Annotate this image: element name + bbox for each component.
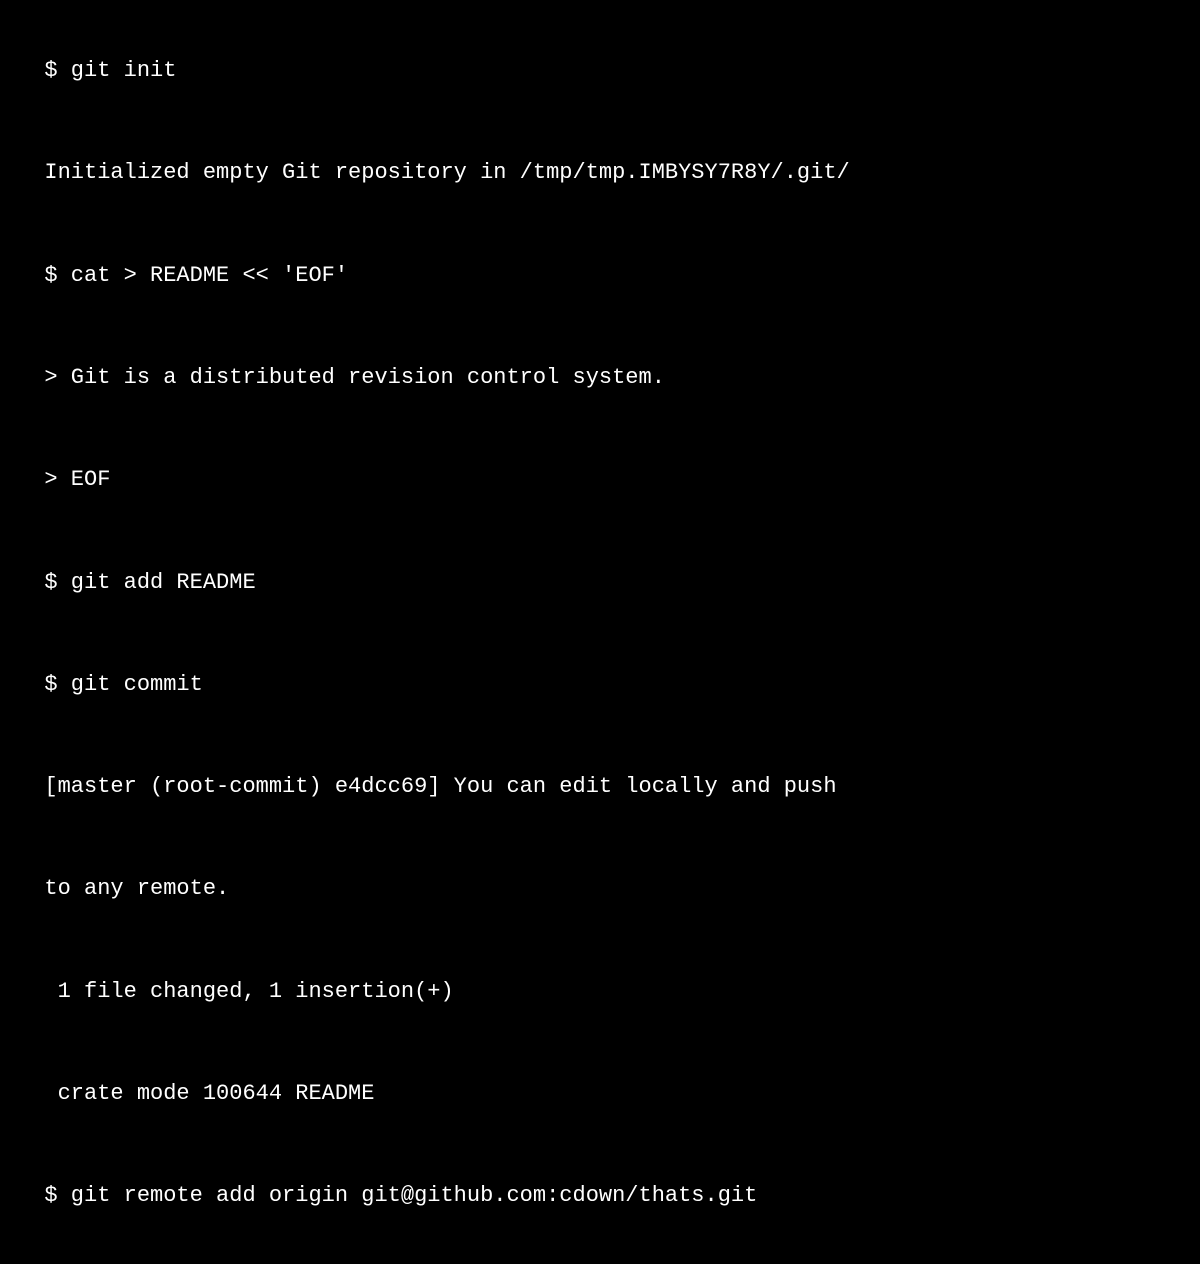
terminal-window: $ git init Initialized empty Git reposit…: [0, 0, 1200, 632]
terminal-line-12: $ git remote add origin git@github.com:c…: [44, 1183, 757, 1208]
terminal-line-10: 1 file changed, 1 insertion(+): [44, 979, 453, 1004]
terminal-line-5: > EOF: [44, 467, 110, 492]
terminal-line-4: > Git is a distributed revision control …: [44, 365, 665, 390]
terminal-line-1: $ git init: [44, 58, 176, 83]
terminal-line-3: $ cat > README << 'EOF': [44, 263, 348, 288]
terminal-line-9: to any remote.: [44, 876, 229, 901]
terminal-line-6: $ git add README: [44, 570, 255, 595]
terminal-line-8: [master (root-commit) e4dcc69] You can e…: [44, 774, 836, 799]
terminal-line-11: crate mode 100644 README: [44, 1081, 374, 1106]
terminal-line-7: $ git commit: [44, 672, 202, 697]
terminal-line-2: Initialized empty Git repository in /tmp…: [44, 160, 849, 185]
